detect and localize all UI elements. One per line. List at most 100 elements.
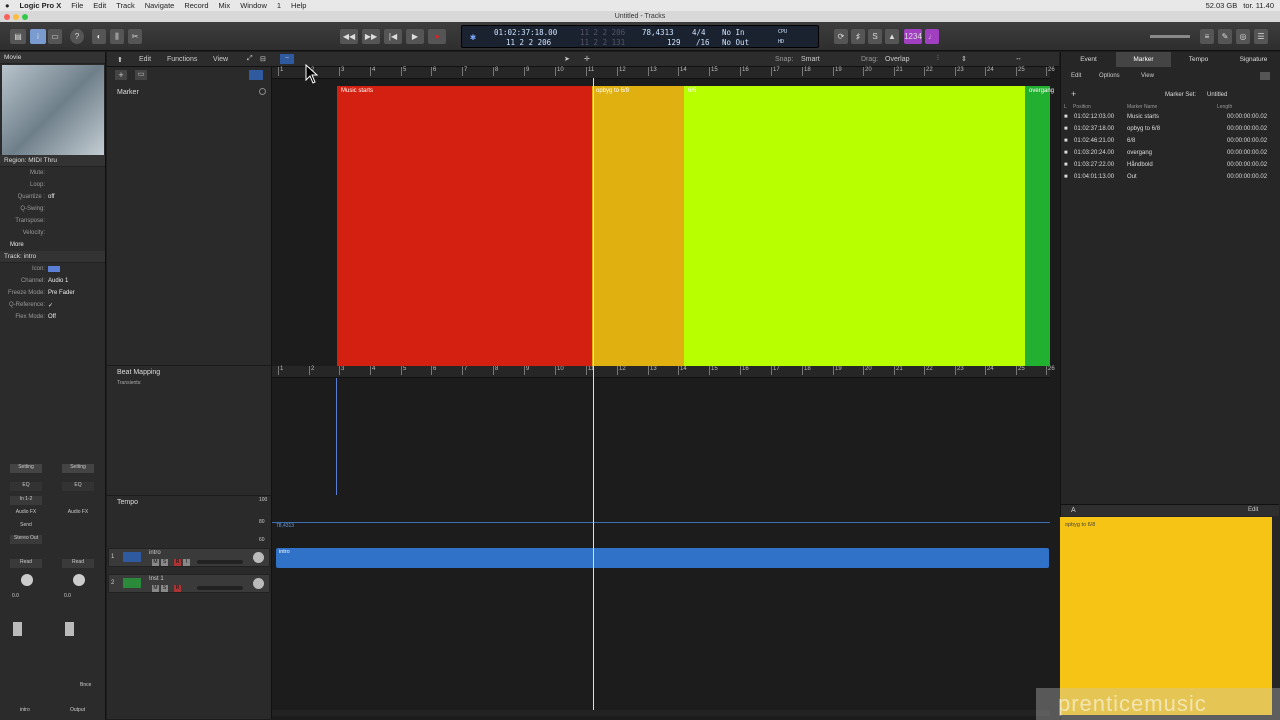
functions-menu[interactable]: Functions xyxy=(167,56,197,63)
solo-button[interactable]: S xyxy=(161,559,168,566)
marker-overgang[interactable]: overgang xyxy=(1025,86,1054,366)
beat-mapping-ruler[interactable]: 1 2 3 4 5 6 7 8 9 10 11 12 13 14 15 16 17 18 19 20 21 22 23 24 2… xyxy=(272,366,1055,378)
smart-controls-icon[interactable]: ◐ xyxy=(92,29,106,44)
mute-button[interactable]: M xyxy=(152,559,159,566)
marker-row[interactable]: ■ 01:03:20:24.00 overgang 00:00:00:00.02 xyxy=(1061,148,1279,160)
lcd-division[interactable]: /16 xyxy=(696,38,710,47)
strip2-eq[interactable]: EQ xyxy=(62,482,94,491)
movie-header[interactable]: Movie xyxy=(0,52,105,64)
tab-tempo[interactable]: Tempo xyxy=(1171,52,1226,67)
col-length[interactable]: Length xyxy=(1217,104,1232,110)
strip1-eq[interactable]: EQ xyxy=(10,482,42,491)
marker-set-select[interactable]: Untitled xyxy=(1207,92,1227,98)
mute-button[interactable]: M xyxy=(152,585,159,592)
quick-help-icon[interactable]: ? xyxy=(70,29,84,44)
add-marker-button[interactable]: + xyxy=(1071,89,1076,99)
flex-icon[interactable]: ~ xyxy=(280,54,294,64)
lcd-display[interactable]: ✱ 01:02:37:18.00 11 2 2 206 11 2 2 206 1… xyxy=(461,25,819,48)
inspector-icon[interactable]: i xyxy=(30,29,46,44)
strip1-input[interactable]: In 1-2 xyxy=(10,496,42,505)
menu-help[interactable]: Help xyxy=(286,1,311,10)
menu-file[interactable]: File xyxy=(66,1,88,10)
add-marker-icon[interactable] xyxy=(259,88,266,95)
menu-record[interactable]: Record xyxy=(179,1,213,10)
new-folder-icon[interactable]: ▭ xyxy=(135,70,147,80)
bar-ruler[interactable]: 1 2 3 4 5 6 7 8 9 10 11 12 13 14 15 16 17 18 19 20 21 22 23 24 2… xyxy=(272,67,1055,79)
track-header-inst1[interactable]: 2 Inst 1 M S R xyxy=(108,574,270,593)
track-name[interactable]: Inst 1 xyxy=(149,576,164,582)
record-enable-button[interactable]: R xyxy=(174,559,181,566)
track-icon[interactable] xyxy=(48,266,60,272)
secondary-tool-icon[interactable]: ✛ xyxy=(584,55,590,63)
marker-row[interactable]: ■ 01:04:01:13.00 Out 00:00:00:00.02 xyxy=(1061,172,1279,184)
track-name[interactable]: intro xyxy=(149,550,161,556)
tab-event[interactable]: Event xyxy=(1061,52,1116,67)
lcd-signature[interactable]: 4/4 xyxy=(692,28,706,37)
quantize-value[interactable]: off xyxy=(48,194,55,200)
input-monitor-button[interactable]: I xyxy=(183,559,190,566)
channel-value[interactable]: Audio 1 xyxy=(48,278,68,284)
menu-mix[interactable]: Mix xyxy=(214,1,236,10)
playhead[interactable] xyxy=(593,78,594,710)
toolbar-toggle-icon[interactable]: ▭ xyxy=(48,29,62,44)
tuner-icon[interactable]: ♯ xyxy=(851,29,865,44)
solo-button[interactable]: S xyxy=(161,585,168,592)
back-icon[interactable]: ⬆ xyxy=(117,56,123,64)
mixer-icon[interactable]: ⫼ xyxy=(110,29,124,44)
menu-navigate[interactable]: Navigate xyxy=(140,1,180,10)
marker-track-header[interactable]: Marker xyxy=(107,86,271,99)
strip1-fader[interactable] xyxy=(13,622,22,636)
horizontal-zoom-icon[interactable]: ↔ xyxy=(1015,55,1022,62)
mixer-toggle-icon[interactable]: ⊟ xyxy=(260,55,266,63)
track-pan-knob[interactable] xyxy=(253,578,264,589)
rp-list-icon[interactable] xyxy=(1260,72,1270,80)
view-menu[interactable]: View xyxy=(213,56,228,63)
track-volume-slider[interactable] xyxy=(197,586,243,590)
audio-region-intro[interactable]: intro xyxy=(276,548,1049,568)
record-enable-button[interactable]: R xyxy=(174,585,181,592)
pointer-tool-icon[interactable]: ➤ xyxy=(564,55,570,63)
editors-icon[interactable]: ✂ xyxy=(128,29,142,44)
global-tracks-icon[interactable] xyxy=(249,70,263,80)
strip2-bounce[interactable]: Bnce xyxy=(80,682,91,688)
vertical-zoom-icon[interactable]: ⇕ xyxy=(961,55,967,63)
strip1-pan-knob[interactable] xyxy=(21,574,33,586)
track-pan-knob[interactable] xyxy=(253,552,264,563)
cycle-icon[interactable]: ⟳ xyxy=(834,29,848,44)
marker-opbyg[interactable]: opbyg to 6/8 xyxy=(592,86,684,366)
strip2-fader[interactable] xyxy=(65,622,74,636)
strip2-pan-knob[interactable] xyxy=(73,574,85,586)
tempo-track-header[interactable]: Tempo xyxy=(107,495,271,545)
strip2-fx[interactable]: Audio FX xyxy=(62,509,94,518)
list-editors-icon[interactable]: ≡ xyxy=(1200,29,1214,44)
go-to-start-button[interactable]: |◀ xyxy=(384,29,402,44)
library-icon[interactable]: ▤ xyxy=(10,29,26,44)
fit-icon[interactable]: ⤢ xyxy=(247,55,253,63)
metronome-icon[interactable]: ▲ xyxy=(885,29,899,44)
track-header[interactable]: Track: intro xyxy=(0,251,105,263)
record-button[interactable]: ● xyxy=(428,29,446,44)
rp-view-menu[interactable]: View xyxy=(1141,73,1154,79)
close-window-icon[interactable] xyxy=(4,14,10,20)
count-in-icon[interactable]: 1234 xyxy=(904,29,922,44)
loop-browser-icon[interactable]: ◎ xyxy=(1236,29,1250,44)
text-format-icon[interactable]: A xyxy=(1071,507,1076,514)
tempo-line[interactable] xyxy=(272,522,1050,523)
play-button[interactable]: ▶ xyxy=(406,29,424,44)
strip2-setting[interactable]: Setting xyxy=(62,464,94,473)
marker-text-edit-button[interactable]: Edit xyxy=(1248,507,1258,513)
horizontal-scrollbar[interactable] xyxy=(272,710,1050,716)
edit-menu[interactable]: Edit xyxy=(139,56,151,63)
solo-icon[interactable]: S xyxy=(868,29,882,44)
browser-icon[interactable]: ☰ xyxy=(1254,29,1268,44)
zoom-window-icon[interactable] xyxy=(22,14,28,20)
menu-1[interactable]: 1 xyxy=(272,1,286,10)
strip2-automation[interactable]: Read xyxy=(62,559,94,568)
drag-select[interactable]: Overlap xyxy=(885,56,910,63)
rewind-button[interactable]: ◀◀ xyxy=(340,29,358,44)
q-reference-checkbox[interactable]: ✓ xyxy=(48,302,53,309)
freeze-mode-value[interactable]: Pre Fader xyxy=(48,290,75,296)
flex-mode-value[interactable]: Off xyxy=(48,314,56,320)
apple-menu-icon[interactable]: ● xyxy=(0,1,15,10)
track-volume-slider[interactable] xyxy=(197,560,243,564)
